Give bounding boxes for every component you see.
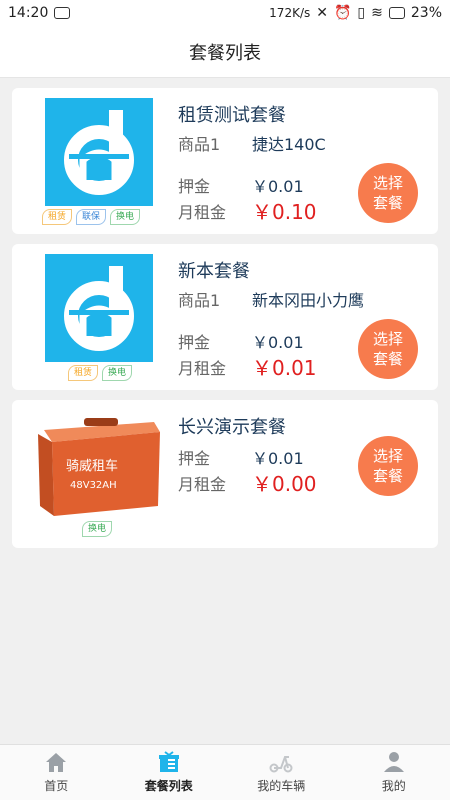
battery-spec-text: 48V32AH <box>70 480 117 491</box>
rent-row: 月租金 ￥0.00 <box>178 468 317 497</box>
battery-icon <box>388 7 405 19</box>
deposit-value: ￥0.01 <box>252 449 304 468</box>
product-row: 商品1 捷达140C <box>178 131 326 155</box>
alarm-icon: ⏰ <box>333 5 352 21</box>
rent-row: 月租金 ￥0.10 <box>178 196 317 225</box>
product-row: 商品1 新本冈田小力鹰 <box>178 287 364 311</box>
tag-warranty: 联保 <box>76 209 107 225</box>
tag-rent: 租赁 <box>68 365 99 381</box>
package-card[interactable]: 租赁 联保 换电 租赁测试套餐 商品1 捷达140C 押金 ￥0.01 月租金 … <box>12 88 438 234</box>
tab-my-vehicles[interactable]: 我的车辆 <box>225 745 338 800</box>
status-battery: 23% <box>410 5 442 21</box>
tag-rent: 租赁 <box>42 209 73 225</box>
rent-row: 月租金 ￥0.01 <box>178 352 317 381</box>
tab-label: 我的 <box>381 779 406 793</box>
tag-group: 租赁 联保 换电 <box>42 209 141 225</box>
rent-value: ￥0.00 <box>252 472 317 496</box>
package-name: 长兴演示套餐 <box>178 417 286 438</box>
vibrate-icon: ▯ <box>357 5 366 21</box>
package-name: 新本套餐 <box>178 261 250 282</box>
person-icon <box>383 752 404 772</box>
deposit-label: 押金 <box>178 177 211 196</box>
tag-group: 租赁 换电 <box>68 365 133 381</box>
rent-label: 月租金 <box>178 358 227 378</box>
rent-label: 月租金 <box>178 202 227 222</box>
status-bar: 14:20 172K/s ✕ ⏰ ▯ ≋ 23% <box>0 0 450 26</box>
logo-icon <box>45 254 153 362</box>
battery-brand-text: 骑威租车 <box>66 458 118 474</box>
tag-swap: 换电 <box>110 209 141 225</box>
tag-swap: 换电 <box>102 365 133 381</box>
product-label: 商品1 <box>178 291 221 310</box>
rent-value: ￥0.01 <box>252 356 317 380</box>
gift-list-icon <box>158 751 179 772</box>
package-card[interactable]: 租赁 换电 新本套餐 商品1 新本冈田小力鹰 押金 ￥0.01 月租金 ￥0.0… <box>12 244 438 390</box>
select-package-button[interactable]: 选择套餐 <box>358 319 418 379</box>
notification-icon <box>54 7 71 19</box>
rent-label: 月租金 <box>178 474 227 494</box>
deposit-value: ￥0.01 <box>252 177 304 196</box>
rent-value: ￥0.10 <box>252 200 317 224</box>
title-bar: 套餐列表 <box>0 26 450 78</box>
deposit-value: ￥0.01 <box>252 333 304 352</box>
mute-icon: ✕ <box>316 5 328 21</box>
tab-home[interactable]: 首页 <box>0 745 113 800</box>
deposit-row: 押金 ￥0.01 <box>178 329 304 353</box>
deposit-label: 押金 <box>178 333 211 352</box>
bottom-tab-bar: 首页 套餐列表 我的车辆 我的 <box>0 744 450 800</box>
logo-icon <box>45 98 153 206</box>
package-list: 租赁 联保 换电 租赁测试套餐 商品1 捷达140C 押金 ￥0.01 月租金 … <box>0 78 450 548</box>
deposit-row: 押金 ￥0.01 <box>178 173 304 197</box>
tab-me[interactable]: 我的 <box>338 745 450 800</box>
tab-package-list[interactable]: 套餐列表 <box>113 745 226 800</box>
wifi-icon: ≋ <box>371 5 383 21</box>
product-label: 商品1 <box>178 135 221 154</box>
package-card[interactable]: 骑威租车 48V32AH 换电 长兴演示套餐 押金 ￥0.01 月租金 ￥0.0… <box>12 400 438 548</box>
tag-group: 换电 <box>82 521 113 537</box>
product-name: 捷达140C <box>252 135 326 154</box>
select-package-button[interactable]: 选择套餐 <box>358 163 418 223</box>
deposit-label: 押金 <box>178 449 211 468</box>
select-package-button[interactable]: 选择套餐 <box>358 436 418 496</box>
status-speed: 172K/s <box>269 6 311 20</box>
tag-swap: 换电 <box>82 521 113 537</box>
deposit-row: 押金 ￥0.01 <box>178 445 304 469</box>
status-time: 14:20 <box>8 5 49 21</box>
battery-box-image: 骑威租车 48V32AH <box>34 412 162 518</box>
scooter-icon <box>269 756 293 773</box>
tab-label: 我的车辆 <box>257 779 306 793</box>
tab-label: 套餐列表 <box>144 779 193 793</box>
product-name: 新本冈田小力鹰 <box>252 291 365 310</box>
package-name: 租赁测试套餐 <box>178 105 286 126</box>
page-title: 套餐列表 <box>189 42 261 64</box>
home-icon <box>46 753 67 772</box>
tab-label: 首页 <box>44 779 69 793</box>
